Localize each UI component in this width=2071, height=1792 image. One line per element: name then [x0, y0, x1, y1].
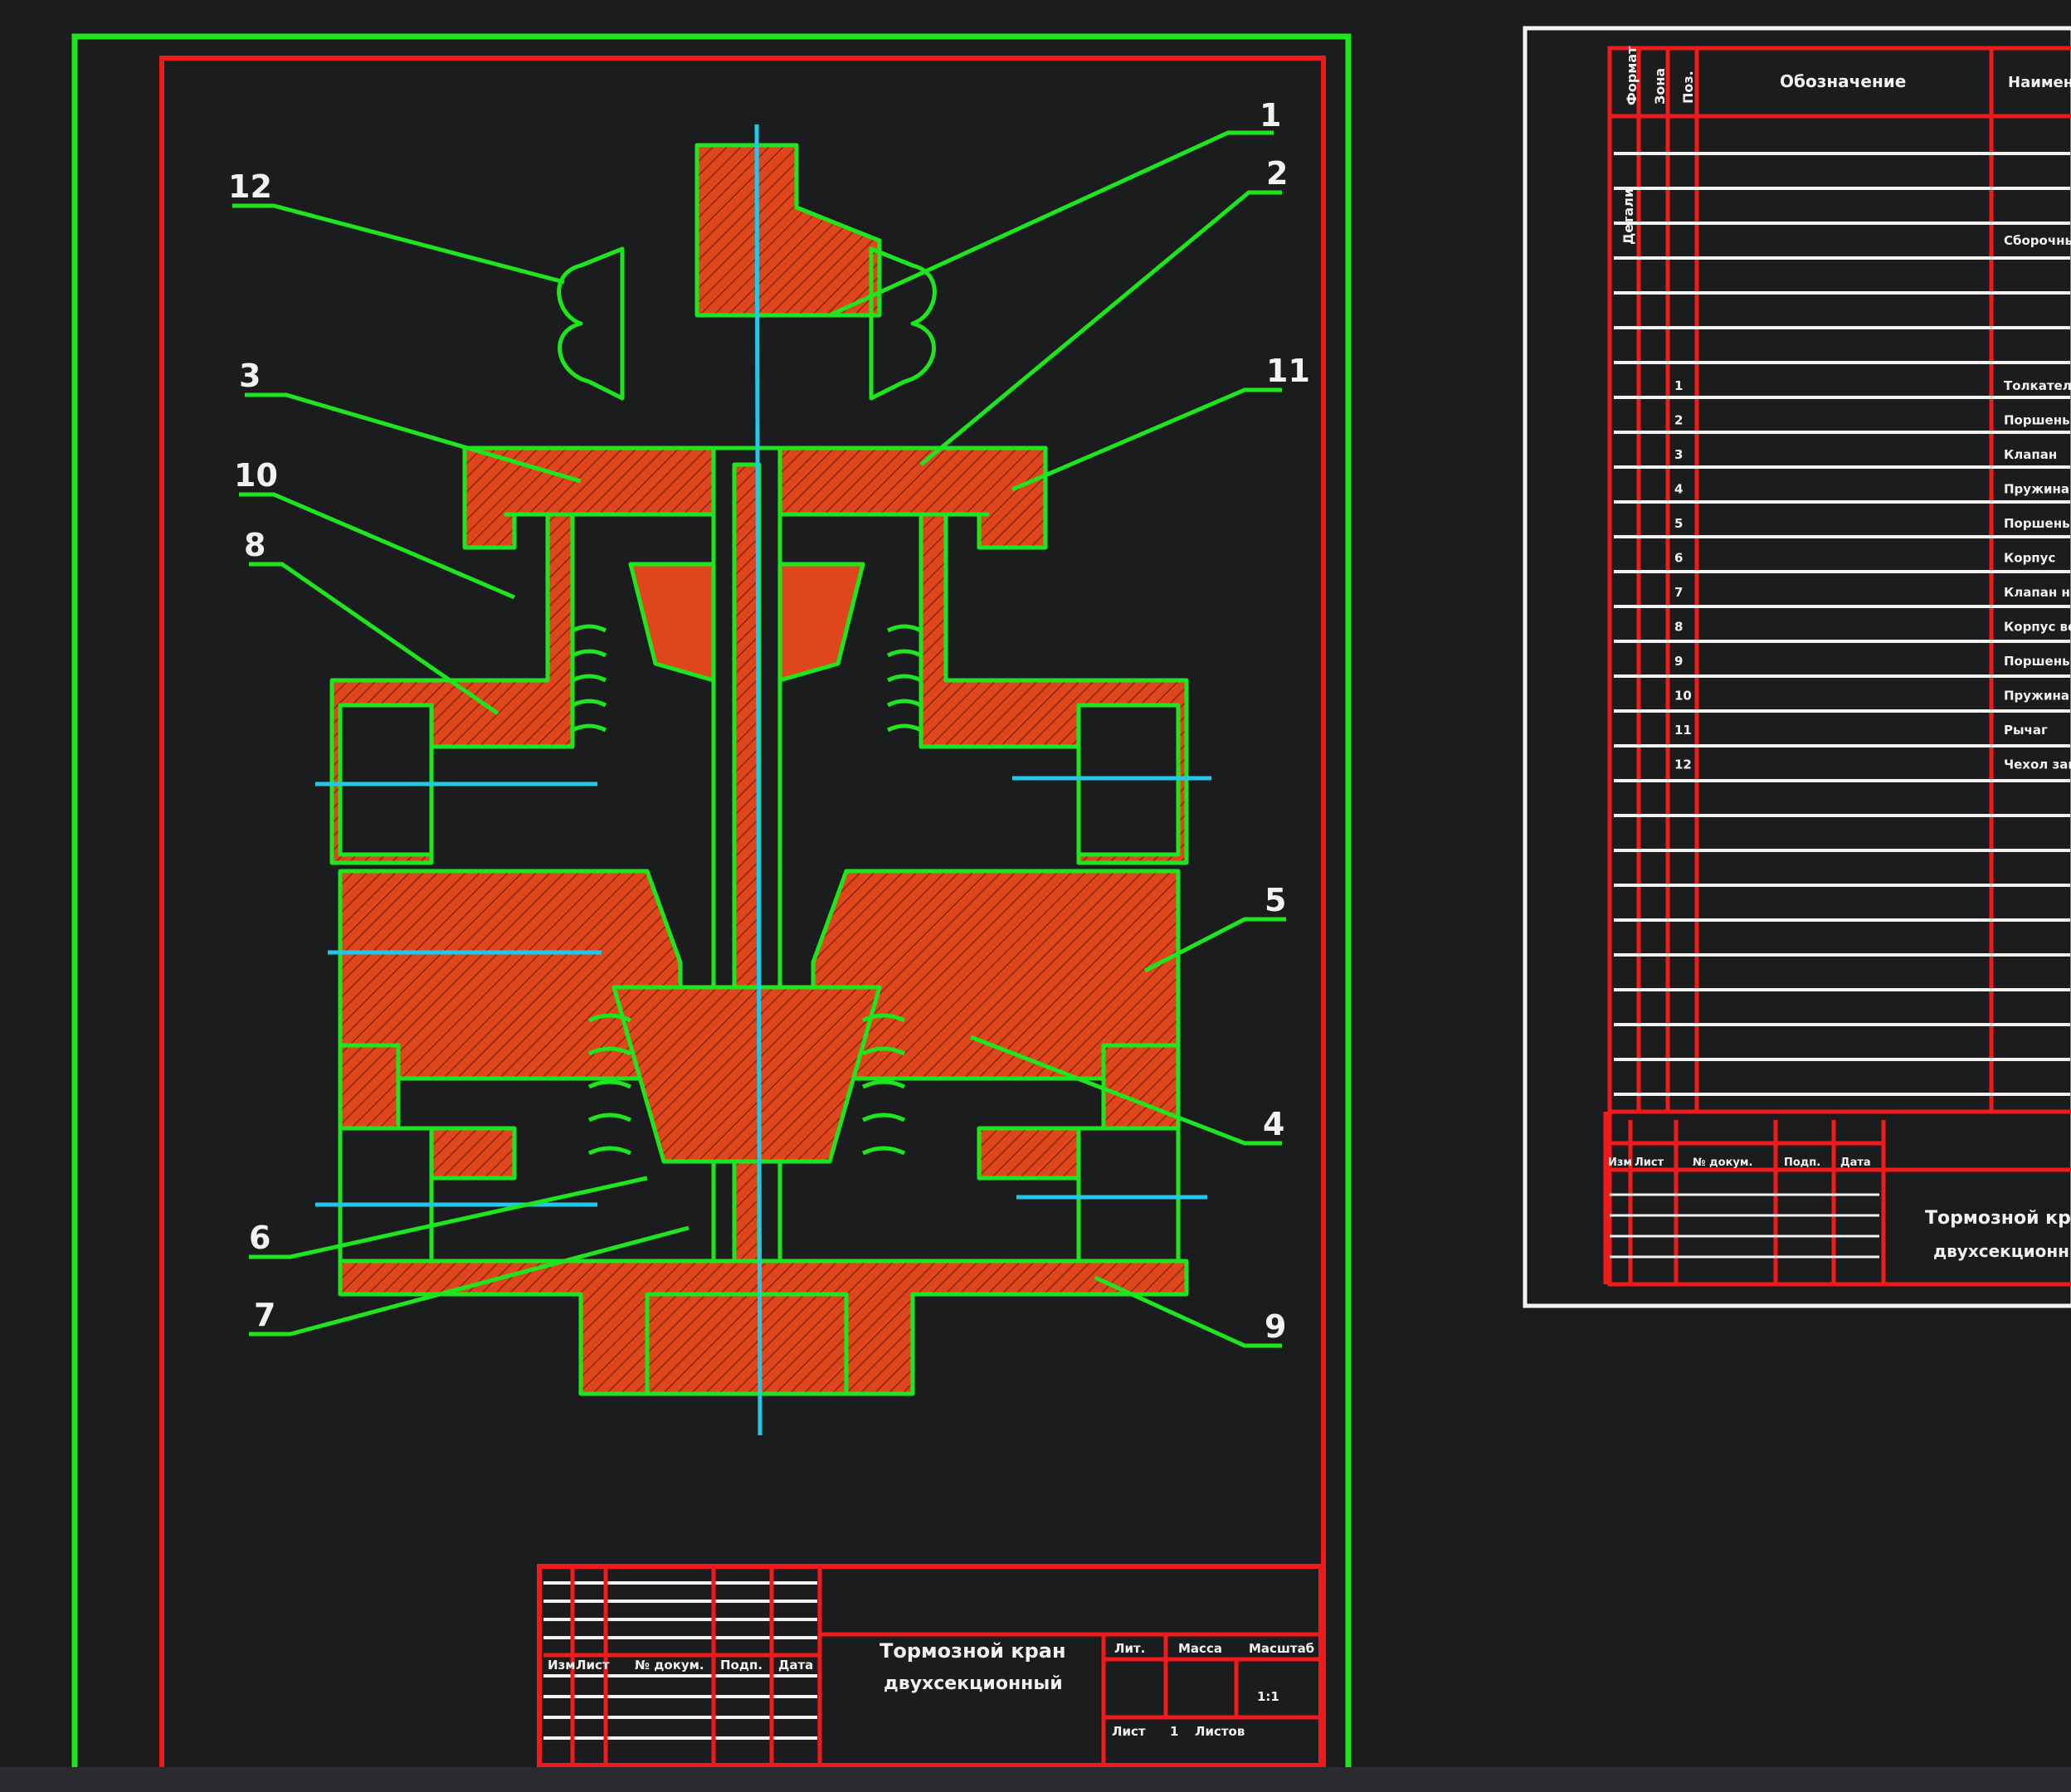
spec-row-name: Клапан — [2004, 447, 2057, 462]
lower-piston — [612, 985, 882, 1164]
tb-mass: Масса — [1178, 1641, 1222, 1656]
spec-row-pos: 9 — [1674, 654, 1683, 669]
tb-lit: Лит. — [1114, 1641, 1145, 1656]
spec-row-name: Пружина ниж. — [2004, 482, 2071, 497]
spec-tb-date: Дата — [1840, 1157, 1871, 1169]
spec-row-pos: 10 — [1674, 689, 1692, 704]
spec-row-pos: 3 — [1674, 447, 1683, 462]
protective-boot — [557, 246, 625, 401]
spec-row-pos: 6 — [1674, 551, 1683, 566]
spec-tb-izm: Изм — [1608, 1157, 1632, 1169]
tb-col-sign: Подп. — [720, 1658, 763, 1673]
spec-header-name: Наименование — [2008, 74, 2071, 91]
callout-2: 2 — [1266, 155, 1288, 192]
callout-3: 3 — [239, 358, 261, 394]
tb-scale: Масштаб — [1249, 1641, 1314, 1656]
spec-row-name: Поршень — [2004, 413, 2070, 428]
callout-10: 10 — [234, 457, 278, 494]
port-lower-right — [1076, 1126, 1181, 1264]
callout-8: 8 — [244, 527, 266, 563]
spec-section-label: Детали — [1620, 188, 1636, 245]
spec-row-name: Корпус верхний — [2004, 620, 2071, 635]
spec-columns — [1610, 48, 2071, 1114]
spec-header-zone: Зона — [1652, 68, 1668, 105]
main-drawing-sheet[interactable]: 1 2 3 10 8 5 4 6 7 9 11 12 Изм Лист № до… — [71, 33, 1352, 1792]
callout-12: 12 — [228, 168, 272, 205]
spec-row-pos: 2 — [1674, 413, 1683, 428]
spec-rows: 1 Толкатель 2 Поршень 3 Клапан 4 Пружина ниж. 5 П… — [1674, 378, 2071, 772]
tb-sheets: Листов — [1195, 1724, 1245, 1739]
spec-row-name: Поршень малый — [2004, 654, 2071, 669]
upper-piston-right — [777, 562, 865, 683]
tb-drawing-subtitle: двухсекционный — [884, 1673, 1063, 1694]
tb-scale-value: 1:1 — [1257, 1689, 1279, 1704]
spec-tb-list: Лист — [1635, 1157, 1664, 1169]
main-title-block[interactable]: Изм Лист № докум. Подп. Дата Лит. Масса … — [537, 1564, 1323, 1768]
screen-bottom-edge — [0, 1767, 2071, 1792]
callout-1: 1 — [1260, 97, 1281, 134]
spec-title-subtitle: двухсекционный — [1933, 1241, 2071, 1261]
spec-row-pos: 11 — [1674, 723, 1692, 738]
spec-row-pos: 1 — [1674, 378, 1683, 393]
tb-col-list: Лист — [576, 1658, 610, 1673]
callout-4: 4 — [1263, 1106, 1284, 1142]
spec-tb-doc: № докум. — [1693, 1157, 1752, 1169]
spec-header-format: Формат — [1624, 46, 1640, 105]
spec-row-pos: 8 — [1674, 620, 1683, 635]
tb-drawing-name: Тормозной кран — [880, 1639, 1066, 1663]
callout-11: 11 — [1266, 353, 1310, 389]
spec-row-name: Поршень большой — [2004, 516, 2071, 531]
port-upper-left — [338, 703, 434, 857]
pusher-part — [694, 143, 882, 318]
upper-piston-left — [628, 562, 716, 683]
spec-row-name: Толкатель — [2004, 378, 2071, 393]
spec-header-pos: Поз. — [1680, 71, 1696, 104]
tb-col-date: Дата — [778, 1658, 813, 1673]
spec-row-pos: 5 — [1674, 516, 1683, 531]
callout-7: 7 — [254, 1297, 275, 1333]
spec-title-name: Тормозной кран — [1925, 1208, 2071, 1229]
bottom-valve — [645, 1292, 849, 1396]
spec-row-name: Клапан нижний — [2004, 585, 2071, 600]
callout-6: 6 — [249, 1220, 270, 1256]
spec-row-name: Пружина верх. — [2004, 689, 2071, 704]
spec-row-pos: 7 — [1674, 585, 1683, 600]
spec-row-name: Корпус — [2004, 551, 2055, 566]
spec-row-name: Чехол защитный — [2004, 757, 2071, 772]
tb-sheet-value: 1 — [1170, 1724, 1178, 1739]
spec-header-designation: Обозначение — [1780, 71, 1906, 91]
callout-9: 9 — [1265, 1308, 1286, 1345]
tb-col-izm: Изм — [548, 1658, 576, 1673]
spec-row-name: Рычаг — [2004, 723, 2048, 738]
callout-5: 5 — [1265, 882, 1286, 918]
spec-tb-sign: Подп. — [1784, 1157, 1820, 1169]
spec-row-pos: 12 — [1674, 757, 1692, 772]
tb-sheet: Лист — [1112, 1724, 1146, 1739]
spec-section-text: Сборочные единицы — [2004, 233, 2071, 248]
spec-row-pos: 4 — [1674, 482, 1683, 497]
spec-title-block[interactable]: Изм Лист № докум. Подп. Дата Тормозной к… — [1603, 1112, 2071, 1284]
specification-sheet[interactable]: Формат Зона Поз. Обозначение Наименовани… — [1523, 26, 2071, 1308]
tb-col-doc: № докум. — [635, 1658, 704, 1673]
